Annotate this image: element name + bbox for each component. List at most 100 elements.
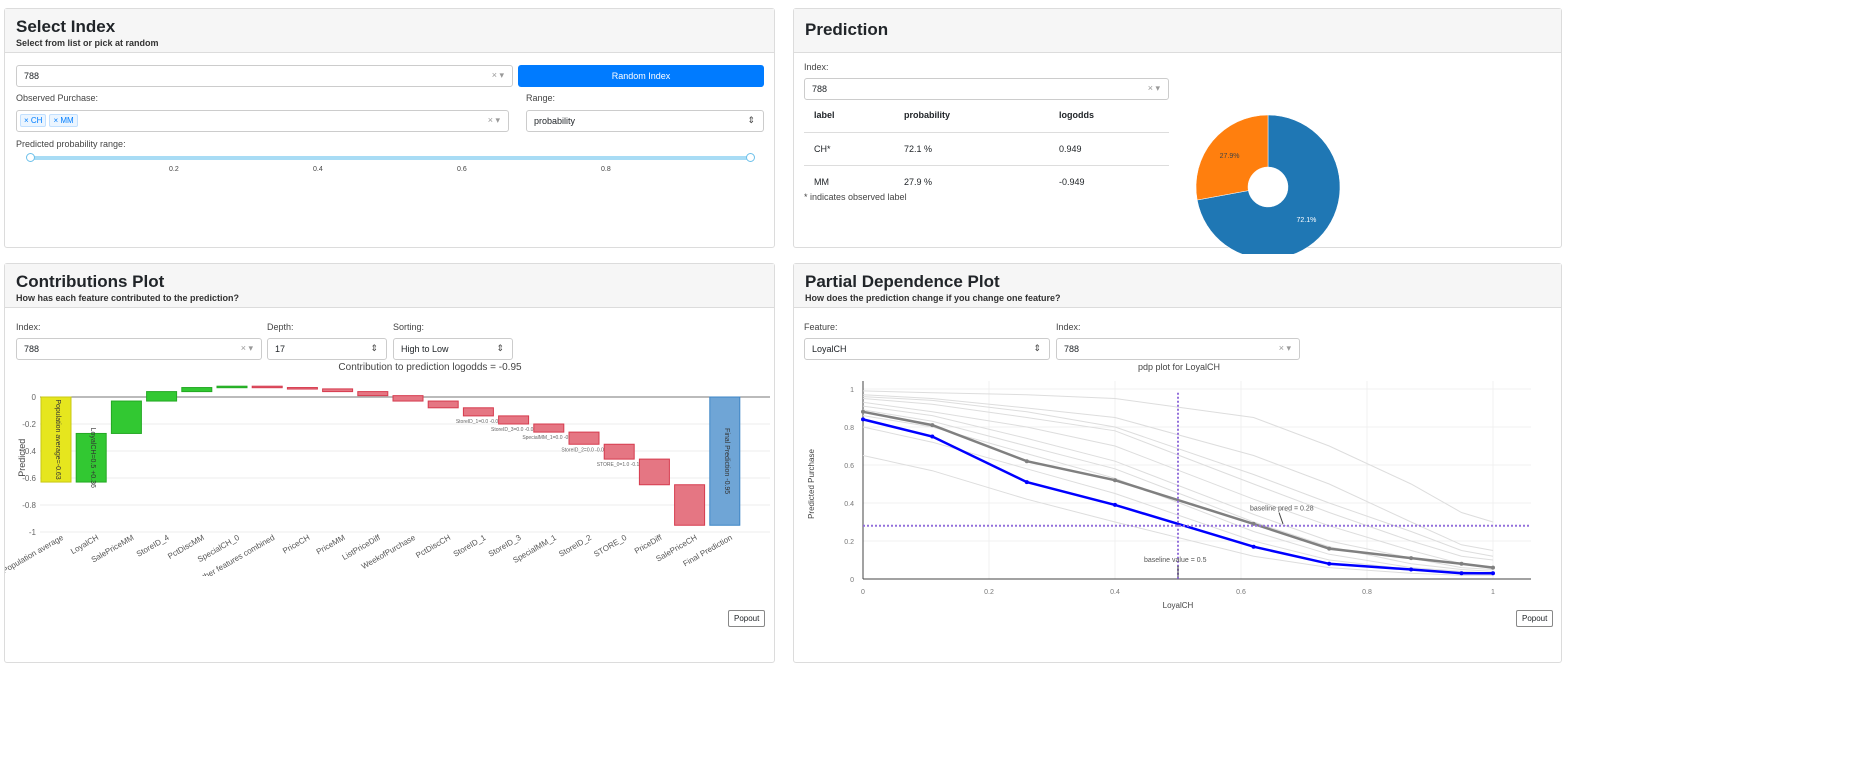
- waterfall-bar: [674, 484, 706, 526]
- tag-mm[interactable]: × MM: [49, 114, 78, 127]
- feature-label: Feature:: [804, 322, 838, 332]
- average-point: [1409, 556, 1414, 561]
- col-header: logodds: [1049, 99, 1169, 133]
- index-value: 788: [24, 344, 40, 354]
- pdp-card: Partial Dependence Plot How does the pre…: [793, 263, 1562, 663]
- waterfall-bar: [427, 400, 459, 409]
- bar-label: SpecialMM_1=0.0 -0.06: [522, 435, 575, 441]
- tag-ch[interactable]: × CH: [20, 114, 47, 127]
- table-row: CH* 72.1 % 0.949: [804, 132, 1169, 166]
- clear-chevron-icon[interactable]: × ▾: [488, 115, 500, 126]
- popout-button[interactable]: Popout: [1516, 610, 1554, 627]
- average-point: [861, 409, 865, 414]
- prediction-index-dropdown[interactable]: 788 × ▾: [804, 78, 1169, 100]
- chart-title: Contribution to prediction logodds = -0.…: [338, 362, 522, 373]
- index-point: [861, 417, 865, 422]
- x-tick-label: 1: [1491, 589, 1495, 596]
- average-point: [1491, 565, 1495, 570]
- card-subtitle: How does the prediction change if you ch…: [805, 293, 1061, 303]
- index-value: 788: [24, 71, 40, 81]
- waterfall-bar: [603, 443, 635, 460]
- pie-label: 27.9%: [1220, 153, 1240, 160]
- clear-chevron-icon[interactable]: × ▾: [492, 70, 504, 81]
- popout-button[interactable]: Popout: [728, 610, 766, 627]
- y-tick-label: 0.6: [844, 463, 854, 470]
- card-header: Select Index Select from list or pick at…: [5, 9, 774, 53]
- waterfall-bar: [181, 387, 213, 393]
- depth-label: Depth:: [267, 322, 294, 332]
- x-tick-label: 0: [861, 589, 865, 596]
- waterfall-bar: [110, 400, 142, 434]
- depth-value: 17: [275, 344, 286, 354]
- index-label: Index:: [804, 62, 829, 72]
- random-index-button[interactable]: Random Index: [518, 65, 764, 87]
- average-point: [1024, 459, 1029, 464]
- prediction-card: Prediction Index: 788 × ▾ label probabilit…: [793, 8, 1562, 254]
- waterfall-bar: [392, 395, 424, 402]
- card-header: Partial Dependence Plot How does the pre…: [794, 264, 1561, 308]
- card-title: Partial Dependence Plot: [805, 272, 1000, 291]
- y-tick-label: -0.2: [22, 420, 36, 429]
- average-point: [1113, 478, 1117, 483]
- x-tick-label: PctDiscCH: [414, 533, 452, 560]
- y-tick-label: 1: [850, 387, 854, 394]
- x-tick-label: StoreID_4: [135, 533, 171, 559]
- range-select[interactable]: probability ⇕: [526, 110, 764, 132]
- index-point: [1024, 480, 1029, 485]
- slider-handle-max[interactable]: [746, 153, 755, 162]
- y-tick-label: 0: [32, 393, 37, 402]
- x-tick-label: 0.2: [984, 589, 994, 596]
- updown-icon: ⇕: [496, 343, 504, 353]
- cell: 27.9 %: [904, 176, 933, 187]
- waterfall-bar: [146, 391, 178, 402]
- x-tick-label: 0.6: [1236, 589, 1246, 596]
- bar-label: Final Prediction -0.95: [723, 428, 730, 494]
- average-point: [1327, 546, 1332, 551]
- y-tick-label: 0.2: [844, 539, 854, 546]
- pdp-line-chart: pdp plot for LoyalCH 0 0.2 0.4 0.6 0.8 1 0 0.2 0.…: [807, 362, 1531, 610]
- index-value: 788: [812, 84, 828, 94]
- waterfall-bar: [498, 415, 530, 425]
- observed-multiselect[interactable]: × CH × MM × ▾: [16, 110, 509, 132]
- y-tick-label: -1: [29, 528, 37, 537]
- clear-chevron-icon[interactable]: × ▾: [1148, 83, 1160, 94]
- waterfall-bar: [568, 431, 600, 445]
- clear-chevron-icon[interactable]: × ▾: [1279, 343, 1291, 354]
- y-tick-label: 0.4: [844, 501, 854, 508]
- card-subtitle: Select from list or pick at random: [16, 38, 159, 48]
- sorting-value: High to Low: [401, 344, 449, 354]
- updown-icon: ⇕: [1033, 343, 1041, 353]
- slider-tick: 0.8: [601, 166, 611, 173]
- bar-label: Population average=-0.63: [54, 399, 61, 479]
- waterfall-bar: [357, 391, 389, 397]
- waterfall-bar: [533, 423, 565, 433]
- col-header: label: [804, 99, 894, 133]
- tag-label: CH: [30, 116, 43, 125]
- prediction-table: label probability logodds CH* 72.1 % 0.949 M…: [804, 99, 1169, 198]
- card-title: Contributions Plot: [16, 272, 165, 291]
- cell: 72.1 %: [894, 132, 1049, 166]
- card-title: Prediction: [805, 20, 889, 39]
- waterfall-bar: [462, 407, 494, 417]
- bar-label: LoyalCH=0.5 +0.36: [89, 428, 96, 488]
- prob-range-slider[interactable]: [30, 156, 750, 160]
- y-axis-label: Predicted Purchase: [807, 449, 816, 519]
- annotation-arrow: [1278, 512, 1284, 525]
- index-point: [1327, 561, 1332, 566]
- updown-icon: ⇕: [370, 343, 378, 353]
- y-axis-label: Predicted: [17, 439, 27, 477]
- ice-line: [862, 396, 1494, 557]
- x-tick-label: 0.4: [1110, 589, 1120, 596]
- index-point: [1459, 571, 1464, 576]
- waterfall-bar: [286, 387, 318, 390]
- bar-label: StoreID_1=0.0 -0.06: [456, 419, 501, 425]
- index-point: [1409, 567, 1414, 572]
- feature-value: LoyalCH: [812, 344, 847, 354]
- clear-chevron-icon[interactable]: × ▾: [241, 343, 253, 354]
- cell: -0.949: [1059, 176, 1085, 187]
- slider-handle-min[interactable]: [26, 153, 35, 162]
- annotation: baseline pred = 0.28: [1250, 506, 1314, 513]
- slider-tick: 0.2: [169, 166, 179, 173]
- index-dropdown[interactable]: 788 × ▾: [16, 65, 513, 87]
- index-point: [1491, 571, 1495, 576]
